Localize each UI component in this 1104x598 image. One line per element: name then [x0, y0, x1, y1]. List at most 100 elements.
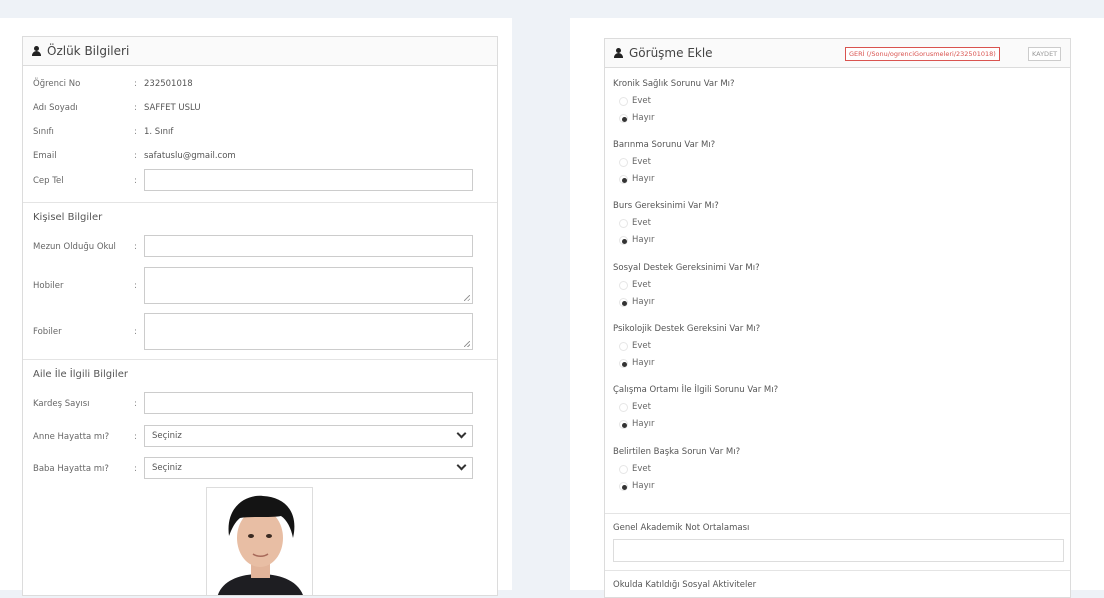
divider [605, 570, 1070, 571]
option-label: Hayır [632, 235, 655, 245]
radio-button[interactable] [619, 358, 628, 368]
hobbies-textarea[interactable] [144, 267, 473, 304]
question-label: Burs Gereksinimi Var Mı? [613, 201, 719, 211]
option-label: Evet [632, 280, 651, 290]
colon: : [134, 176, 138, 186]
field-label: Adı Soyadı [33, 103, 78, 113]
radio-button[interactable] [619, 157, 628, 167]
colon: : [134, 151, 138, 161]
user-icon [32, 46, 41, 56]
radio-option-yes[interactable]: Evet [619, 402, 651, 412]
radio-button[interactable] [619, 96, 628, 106]
radio-option-no[interactable]: Hayır [619, 235, 655, 245]
option-label: Hayır [632, 113, 655, 123]
question-label: Barınma Sorunu Var Mı? [613, 140, 716, 150]
question-label: Çalışma Ortamı İle İlgili Sorunu Var Mı? [613, 385, 779, 395]
select-value: Seçiniz [152, 463, 182, 473]
colon: : [134, 242, 138, 252]
option-label: Evet [632, 402, 651, 412]
resize-handle-icon[interactable] [464, 341, 470, 347]
resize-handle-icon[interactable] [464, 295, 470, 301]
phobias-textarea[interactable] [144, 313, 473, 350]
option-label: Evet [632, 464, 651, 474]
radio-button[interactable] [619, 464, 628, 474]
radio-button[interactable] [619, 280, 628, 290]
radio-button[interactable] [619, 218, 628, 228]
field-label: Email [33, 151, 57, 161]
option-label: Evet [632, 341, 651, 351]
section-family: Aile İle İlgili Bilgiler [33, 369, 128, 380]
field-label: Anne Hayatta mı? [33, 432, 110, 442]
panel-title: Özlük Bilgileri [32, 44, 129, 58]
section-personal: Kişisel Bilgiler [33, 212, 103, 223]
divider [605, 513, 1070, 514]
radio-button[interactable] [619, 113, 628, 123]
option-label: Hayır [632, 174, 655, 184]
select-value: Seçiniz [152, 431, 182, 441]
radio-option-yes[interactable]: Evet [619, 218, 651, 228]
colon: : [134, 103, 138, 113]
colon: : [134, 464, 138, 474]
colon: : [134, 327, 138, 337]
gpa-label: Genel Akademik Not Ortalaması [613, 523, 750, 533]
radio-option-yes[interactable]: Evet [619, 341, 651, 351]
question-label: Belirtilen Başka Sorun Var Mı? [613, 447, 741, 457]
option-label: Hayır [632, 481, 655, 491]
personal-info-panel: Özlük Bilgileri Öğrenci No : 232501018 A… [22, 36, 498, 596]
radio-option-no[interactable]: Hayır [619, 113, 655, 123]
personal-title: Özlük Bilgileri [47, 44, 130, 58]
option-label: Evet [632, 96, 651, 106]
siblings-input[interactable] [144, 392, 473, 414]
field-label: Sınıfı [33, 127, 54, 137]
panel-heading: Görüşme Ekle GERİ (/Sonu/ogrenciGorusmel… [605, 39, 1070, 68]
radio-option-yes[interactable]: Evet [619, 280, 651, 290]
back-button[interactable]: GERİ (/Sonu/ogrenciGorusmeleri/232501018… [845, 47, 1000, 61]
radio-option-no[interactable]: Hayır [619, 358, 655, 368]
radio-button[interactable] [619, 481, 628, 491]
colon: : [134, 399, 138, 409]
radio-option-no[interactable]: Hayır [619, 419, 655, 429]
radio-option-yes[interactable]: Evet [619, 464, 651, 474]
chevron-down-icon [456, 460, 467, 471]
radio-button[interactable] [619, 341, 628, 351]
radio-button[interactable] [619, 297, 628, 307]
save-button[interactable]: KAYDET [1028, 47, 1062, 61]
option-label: Hayır [632, 419, 655, 429]
student-no-value: 232501018 [144, 79, 193, 89]
field-label: Hobiler [33, 281, 64, 291]
option-label: Hayır [632, 297, 655, 307]
student-photo [206, 487, 313, 595]
radio-option-no[interactable]: Hayır [619, 174, 655, 184]
radio-button[interactable] [619, 174, 628, 184]
student-photo-image [207, 488, 312, 595]
divider [23, 359, 497, 360]
user-icon [614, 48, 623, 58]
radio-button[interactable] [619, 402, 628, 412]
field-label: Öğrenci No [33, 79, 81, 89]
class-value: 1. Sınıf [144, 127, 174, 137]
colon: : [134, 79, 138, 89]
radio-button[interactable] [619, 235, 628, 245]
question-label: Sosyal Destek Gereksinimi Var Mı? [613, 263, 760, 273]
graduated-school-input[interactable] [144, 235, 473, 257]
radio-option-no[interactable]: Hayır [619, 481, 655, 491]
radio-option-yes[interactable]: Evet [619, 157, 651, 167]
radio-option-no[interactable]: Hayır [619, 297, 655, 307]
left-column: Özlük Bilgileri Öğrenci No : 232501018 A… [0, 18, 512, 596]
divider [23, 202, 497, 203]
radio-option-yes[interactable]: Evet [619, 96, 651, 106]
option-label: Evet [632, 157, 651, 167]
field-label: Mezun Olduğu Okul [33, 242, 116, 252]
field-label: Kardeş Sayısı [33, 399, 90, 409]
colon: : [134, 432, 138, 442]
radio-button[interactable] [619, 419, 628, 429]
father-alive-select[interactable]: Seçiniz [144, 457, 473, 479]
field-label: Fobiler [33, 327, 62, 337]
phone-input[interactable] [144, 169, 473, 191]
interview-title: Görüşme Ekle [629, 46, 713, 60]
gpa-input[interactable] [613, 539, 1064, 562]
field-label: Baba Hayatta mı? [33, 464, 109, 474]
email-value: safatuslu@gmail.com [144, 151, 236, 161]
mother-alive-select[interactable]: Seçiniz [144, 425, 473, 447]
option-label: Hayır [632, 358, 655, 368]
